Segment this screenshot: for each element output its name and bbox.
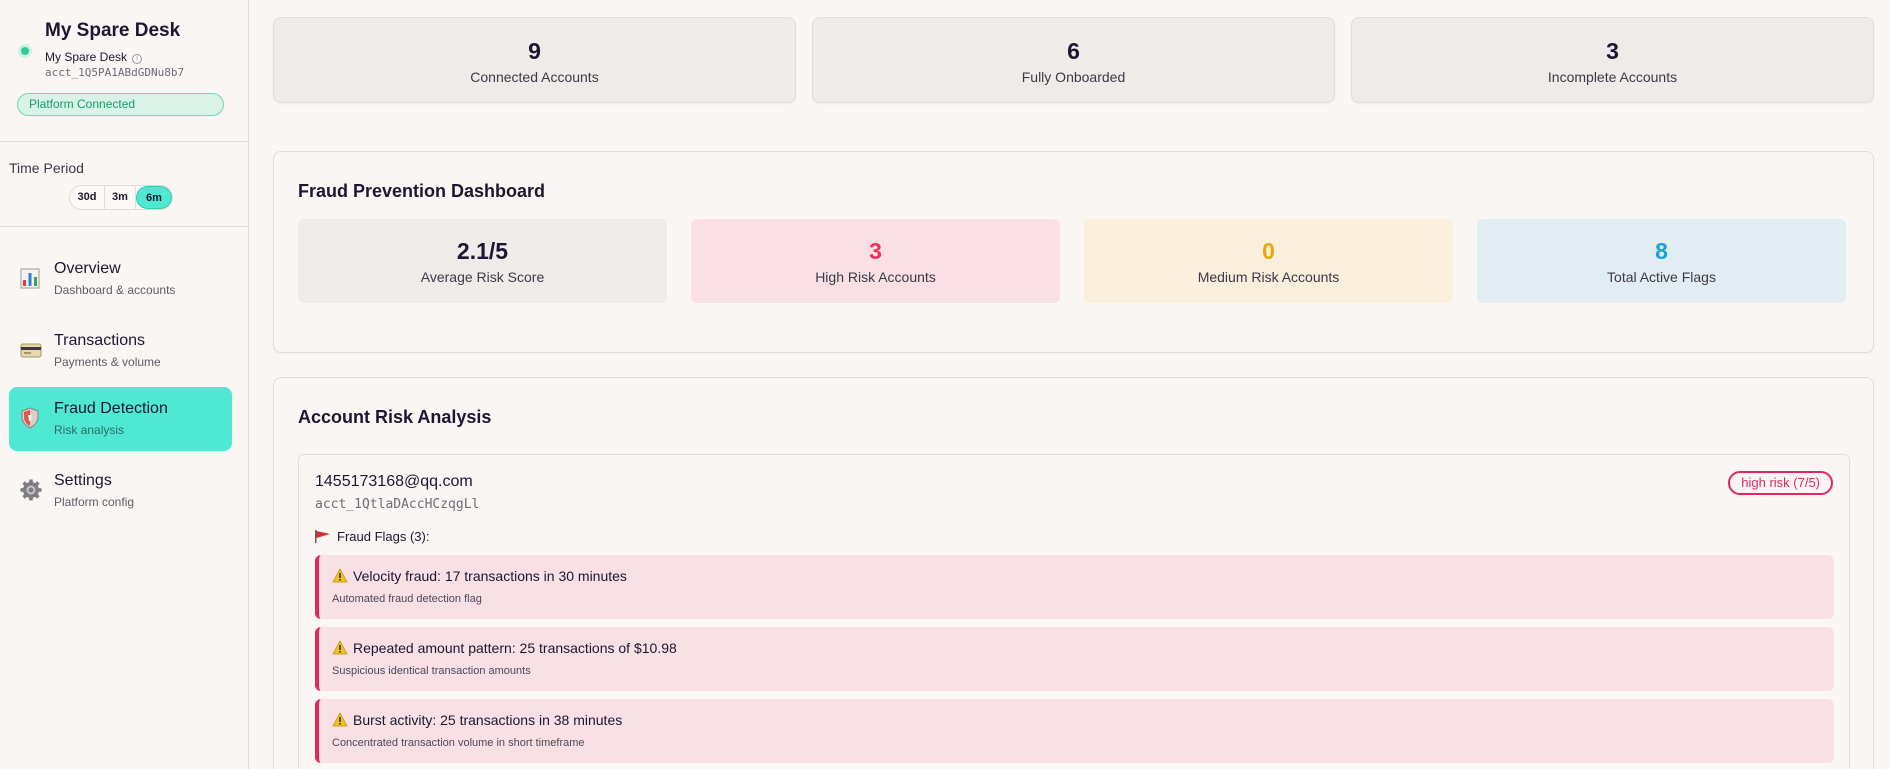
flag-title-text: Repeated amount pattern: 25 transactions… — [353, 640, 677, 656]
nav-subtitle: Dashboard & accounts — [54, 283, 176, 297]
flag-title-text: Burst activity: 25 transactions in 38 mi… — [353, 712, 623, 728]
fraud-card-label: High Risk Accounts — [815, 269, 936, 285]
period-3m-button[interactable]: 3m — [105, 186, 136, 209]
flag-title: Repeated amount pattern: 25 transactions… — [332, 640, 677, 658]
stat-label: Connected Accounts — [470, 69, 599, 85]
stat-value: 6 — [1067, 38, 1080, 64]
account-risk-analysis-panel: Account Risk Analysis 1455173168@qq.com … — [273, 377, 1874, 769]
flag-description: Concentrated transaction volume in short… — [332, 737, 585, 749]
account-risk-item[interactable]: 1455173168@qq.com acct_1QtlaDAccHCzqgLl … — [298, 454, 1850, 769]
warning-icon — [332, 568, 348, 586]
brand-subtitle-text: My Spare Desk — [45, 50, 128, 64]
nav-title: Fraud Detection — [54, 400, 168, 417]
fraud-prevention-panel: Fraud Prevention Dashboard 2.1/5 Average… — [273, 151, 1874, 353]
stat-label: Incomplete Accounts — [1547, 69, 1678, 85]
sidebar: My Spare Desk My Spare Desk i acct_1Q5PA1… — [0, 0, 249, 769]
nav-title: Transactions — [54, 332, 145, 349]
flag-title: Burst activity: 25 transactions in 38 mi… — [332, 712, 622, 730]
brand-subtitle: My Spare Desk i — [45, 50, 143, 64]
nav-subtitle: Platform config — [54, 495, 135, 509]
flag-title-text: Velocity fraud: 17 transactions in 30 mi… — [353, 568, 627, 584]
time-period-section: Time Period 30d 3m 6m — [0, 143, 248, 227]
risk-level-badge: high risk (7/5) — [1728, 471, 1833, 495]
red-flag-icon — [315, 530, 331, 546]
risk-analysis-title: Account Risk Analysis — [298, 407, 492, 427]
fraud-card-value: 0 — [1262, 238, 1275, 264]
fraud-flags-count: Fraud Flags (3): — [337, 529, 430, 544]
nav-subtitle: Payments & volume — [54, 355, 161, 369]
gear-icon — [20, 479, 42, 501]
time-period-toggle: 30d 3m 6m — [69, 185, 173, 210]
credit-card-icon — [20, 339, 42, 361]
fraud-dashboard-title: Fraud Prevention Dashboard — [298, 181, 546, 201]
nav-item-transactions[interactable]: Transactions Payments & volume — [9, 319, 232, 383]
flag-description: Suspicious identical transaction amounts — [332, 665, 531, 677]
fraud-card-value: 8 — [1655, 238, 1668, 264]
period-30d-button[interactable]: 30d — [70, 186, 105, 209]
fraud-flags-header: Fraud Flags (3): — [315, 529, 429, 546]
nav-title: Overview — [54, 260, 121, 277]
fraud-card-value: 2.1/5 — [456, 238, 509, 264]
nav-title: Settings — [54, 472, 112, 489]
fraud-card-value: 3 — [869, 238, 882, 264]
account-email: 1455173168@qq.com — [315, 473, 473, 490]
flag-description: Automated fraud detection flag — [332, 593, 482, 605]
account-id: acct_1Q5PA1ABdGDNu8b7 — [45, 66, 185, 79]
flag-title: Velocity fraud: 17 transactions in 30 mi… — [332, 568, 627, 586]
stat-value: 3 — [1606, 38, 1619, 64]
period-6m-button[interactable]: 6m — [136, 186, 172, 209]
bar-chart-icon — [20, 267, 40, 289]
brand-header: My Spare Desk My Spare Desk i acct_1Q5PA1… — [0, 0, 248, 142]
fraud-card-label: Total Active Flags — [1607, 269, 1716, 285]
nav-subtitle: Risk analysis — [54, 423, 125, 437]
nav-item-settings[interactable]: Settings Platform config — [9, 459, 232, 523]
connected-accounts-card: 9 Connected Accounts — [273, 17, 796, 103]
fraud-flag-item: Repeated amount pattern: 25 transactions… — [315, 627, 1834, 691]
nav-item-fraud-detection[interactable]: Fraud Detection Risk analysis — [9, 387, 232, 451]
fraud-card-label: Medium Risk Accounts — [1197, 269, 1340, 285]
warning-icon — [332, 712, 348, 730]
stat-label: Fully Onboarded — [1021, 69, 1126, 85]
shield-icon — [20, 407, 40, 429]
total-active-flags-card: 8 Total Active Flags — [1477, 219, 1846, 303]
fraud-flag-item: Burst activity: 25 transactions in 38 mi… — [315, 699, 1834, 763]
main-content: 9 Connected Accounts 6 Fully Onboarded 3… — [249, 0, 1890, 769]
info-icon[interactable]: i — [132, 54, 143, 64]
time-period-label: Time Period — [9, 160, 84, 176]
nav-item-overview[interactable]: Overview Dashboard & accounts — [9, 247, 232, 311]
fraud-card-label: Average Risk Score — [420, 269, 545, 285]
medium-risk-accounts-card: 0 Medium Risk Accounts — [1084, 219, 1453, 303]
fully-onboarded-card: 6 Fully Onboarded — [812, 17, 1335, 103]
high-risk-accounts-card: 3 High Risk Accounts — [691, 219, 1060, 303]
brand-title: My Spare Desk — [45, 20, 181, 41]
warning-icon — [332, 640, 348, 658]
connection-status-dot — [18, 44, 32, 58]
incomplete-accounts-card: 3 Incomplete Accounts — [1351, 17, 1874, 103]
platform-status-badge: Platform Connected — [17, 93, 224, 116]
stat-value: 9 — [528, 38, 541, 64]
average-risk-score-card: 2.1/5 Average Risk Score — [298, 219, 667, 303]
account-id: acct_1QtlaDAccHCzqgLl — [315, 497, 480, 512]
fraud-flag-item: Velocity fraud: 17 transactions in 30 mi… — [315, 555, 1834, 619]
